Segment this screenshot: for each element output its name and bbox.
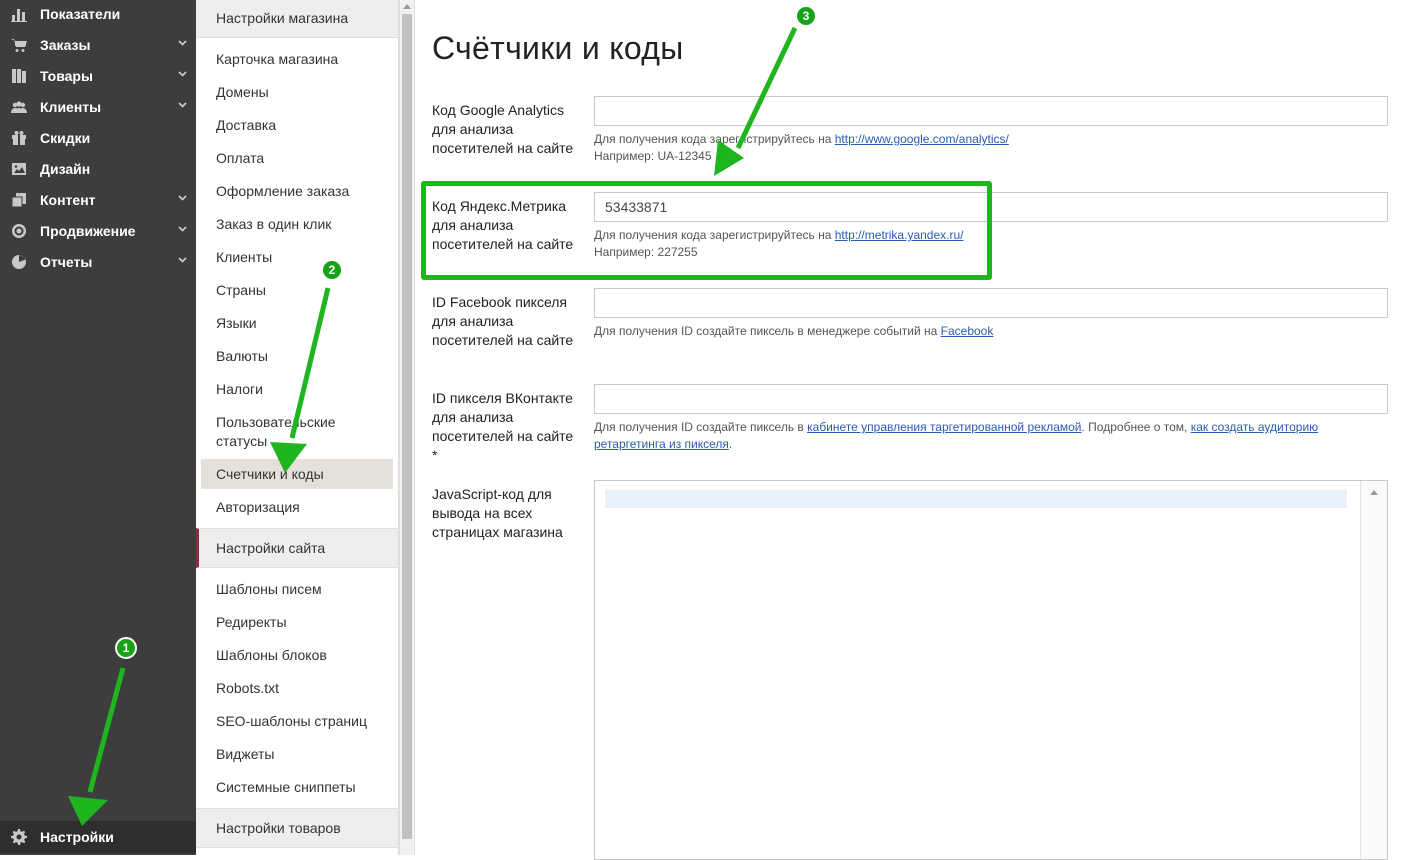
facebook-pixel-input[interactable] <box>594 288 1388 318</box>
hint-text: Для получения кода зарегистрируйтесь на <box>594 132 835 146</box>
editor-active-line <box>605 490 1347 508</box>
pages-icon <box>9 192 29 208</box>
submenu-item-countries[interactable]: Страны <box>216 281 396 300</box>
submenu-item-taxes[interactable]: Налоги <box>216 380 396 399</box>
annotation-badge-2: 2 <box>321 259 343 281</box>
sidebar-item-promotion[interactable]: Продвижение <box>0 215 196 246</box>
target-icon <box>9 223 29 239</box>
hint-text: . <box>728 437 733 451</box>
facebook-pixel-label: ID Facebook пикселя для анализа посетите… <box>432 294 574 348</box>
chevron-down-icon[interactable] <box>178 226 187 234</box>
main-sidebar: Показатели Заказы Товары Клиенты Скидки … <box>0 0 196 855</box>
annotation-highlight-box <box>421 181 992 280</box>
submenu-item-robots-txt[interactable]: Robots.txt <box>216 679 396 698</box>
sidebar-item-indicators[interactable]: Показатели <box>0 0 196 29</box>
vk-pixel-label: ID пикселя ВКонтакте для анализа посетит… <box>432 390 574 463</box>
hint-text: . Подробнее о том, <box>1081 420 1191 434</box>
hint-text: Для получения ID создайте пиксель в мене… <box>594 324 941 338</box>
sidebar-item-settings[interactable]: Настройки <box>0 821 196 853</box>
chevron-down-icon[interactable] <box>178 40 187 48</box>
submenu-item-delivery[interactable]: Доставка <box>216 116 396 135</box>
submenu-item-authorization[interactable]: Авторизация <box>216 498 396 517</box>
sidebar-item-label: Отчеты <box>40 253 93 270</box>
submenu-item-currencies[interactable]: Валюты <box>216 347 396 366</box>
sidebar-item-discounts[interactable]: Скидки <box>0 122 196 153</box>
submenu-section-title: Настройки товаров <box>216 820 341 836</box>
scrollbar-thumb[interactable] <box>402 14 412 839</box>
gear-icon <box>9 829 29 845</box>
submenu-section-title: Настройки сайта <box>216 540 326 556</box>
submenu-scrollbar[interactable] <box>399 0 415 855</box>
js-code-editor[interactable] <box>594 480 1388 860</box>
sidebar-item-label: Заказы <box>40 36 91 53</box>
submenu-item-clients[interactable]: Клиенты <box>216 248 396 267</box>
submenu-item-checkout[interactable]: Оформление заказа <box>216 182 396 201</box>
submenu-item-redirects[interactable]: Редиректы <box>216 613 396 632</box>
sidebar-item-orders[interactable]: Заказы <box>0 29 196 60</box>
hint-text: Для получения ID создайте пиксель в <box>594 420 808 434</box>
cart-icon <box>9 37 29 53</box>
submenu-section-product-settings[interactable]: Настройки товаров <box>196 808 398 848</box>
scroll-up-arrow-icon[interactable] <box>403 4 411 9</box>
submenu-item-system-snippets[interactable]: Системные сниппеты <box>216 778 396 797</box>
google-analytics-label: Код Google Analytics для анализа посетит… <box>432 102 574 156</box>
submenu-section-store-settings[interactable]: Настройки магазина <box>196 0 398 38</box>
google-analytics-link[interactable]: http://www.google.com/analytics/ <box>835 132 1009 146</box>
gift-icon <box>9 130 29 146</box>
submenu-item-one-click-order[interactable]: Заказ в один клик <box>216 215 396 234</box>
page-title: Счётчики и коды <box>432 30 684 66</box>
chart-bar-icon <box>9 6 29 22</box>
pie-chart-icon <box>9 254 29 270</box>
submenu-item-custom-statuses[interactable]: Пользовательские статусы <box>216 413 356 451</box>
submenu-item-store-card[interactable]: Карточка магазина <box>216 50 396 69</box>
submenu-item-domains[interactable]: Домены <box>216 83 396 102</box>
google-analytics-hint: Для получения кода зарегистрируйтесь на … <box>594 131 1384 165</box>
sidebar-item-label: Контент <box>40 191 96 208</box>
facebook-pixel-hint: Для получения ID создайте пиксель в мене… <box>594 323 1384 340</box>
sidebar-item-label: Скидки <box>40 129 91 146</box>
submenu-section-site-settings[interactable]: Настройки сайта <box>196 528 398 568</box>
sidebar-item-products[interactable]: Товары <box>0 60 196 91</box>
hint-example: Например: UA-12345 <box>594 149 712 163</box>
submenu-section-title: Настройки магазина <box>216 10 349 26</box>
chevron-down-icon[interactable] <box>178 195 187 203</box>
settings-submenu: Настройки магазина Карточка магазина Дом… <box>196 0 399 855</box>
submenu-item-seo-templates[interactable]: SEO-шаблоны страниц <box>216 712 396 731</box>
vk-pixel-input[interactable] <box>594 384 1388 414</box>
sidebar-item-design[interactable]: Дизайн <box>0 153 196 184</box>
editor-scrollbar[interactable] <box>1360 481 1387 859</box>
users-icon <box>9 99 29 115</box>
image-icon <box>9 161 29 177</box>
annotation-badge-3: 3 <box>795 5 817 27</box>
chevron-down-icon[interactable] <box>178 71 187 79</box>
facebook-link[interactable]: Facebook <box>941 324 994 338</box>
sidebar-item-label: Показатели <box>40 5 121 22</box>
chevron-down-icon[interactable] <box>178 102 187 110</box>
vk-ads-cabinet-link[interactable]: кабинете управления таргетированной рекл… <box>807 420 1081 434</box>
sidebar-item-reports[interactable]: Отчеты <box>0 246 196 277</box>
submenu-item-email-templates[interactable]: Шаблоны писем <box>216 580 396 599</box>
submenu-item-block-templates[interactable]: Шаблоны блоков <box>216 646 396 665</box>
sidebar-item-label: Настройки <box>40 829 114 845</box>
annotation-badge-1: 1 <box>115 637 137 659</box>
submenu-item-widgets[interactable]: Виджеты <box>216 745 396 764</box>
sidebar-item-content[interactable]: Контент <box>0 184 196 215</box>
vk-pixel-hint: Для получения ID создайте пиксель в каби… <box>594 419 1384 453</box>
products-icon <box>9 68 29 84</box>
js-code-label: JavaScript-код для вывода на всех страни… <box>432 486 563 540</box>
sidebar-item-label: Продвижение <box>40 222 136 239</box>
sidebar-item-label: Клиенты <box>40 98 102 115</box>
submenu-item-counters-and-codes[interactable]: Счетчики и коды <box>201 459 393 489</box>
sidebar-item-label: Дизайн <box>40 160 91 177</box>
sidebar-item-clients[interactable]: Клиенты <box>0 91 196 122</box>
sidebar-item-label: Товары <box>40 67 93 84</box>
google-analytics-input[interactable] <box>594 96 1388 126</box>
scroll-up-arrow-icon[interactable] <box>1370 490 1378 495</box>
chevron-down-icon[interactable] <box>178 257 187 265</box>
submenu-item-payment[interactable]: Оплата <box>216 149 396 168</box>
submenu-item-languages[interactable]: Языки <box>216 314 396 333</box>
